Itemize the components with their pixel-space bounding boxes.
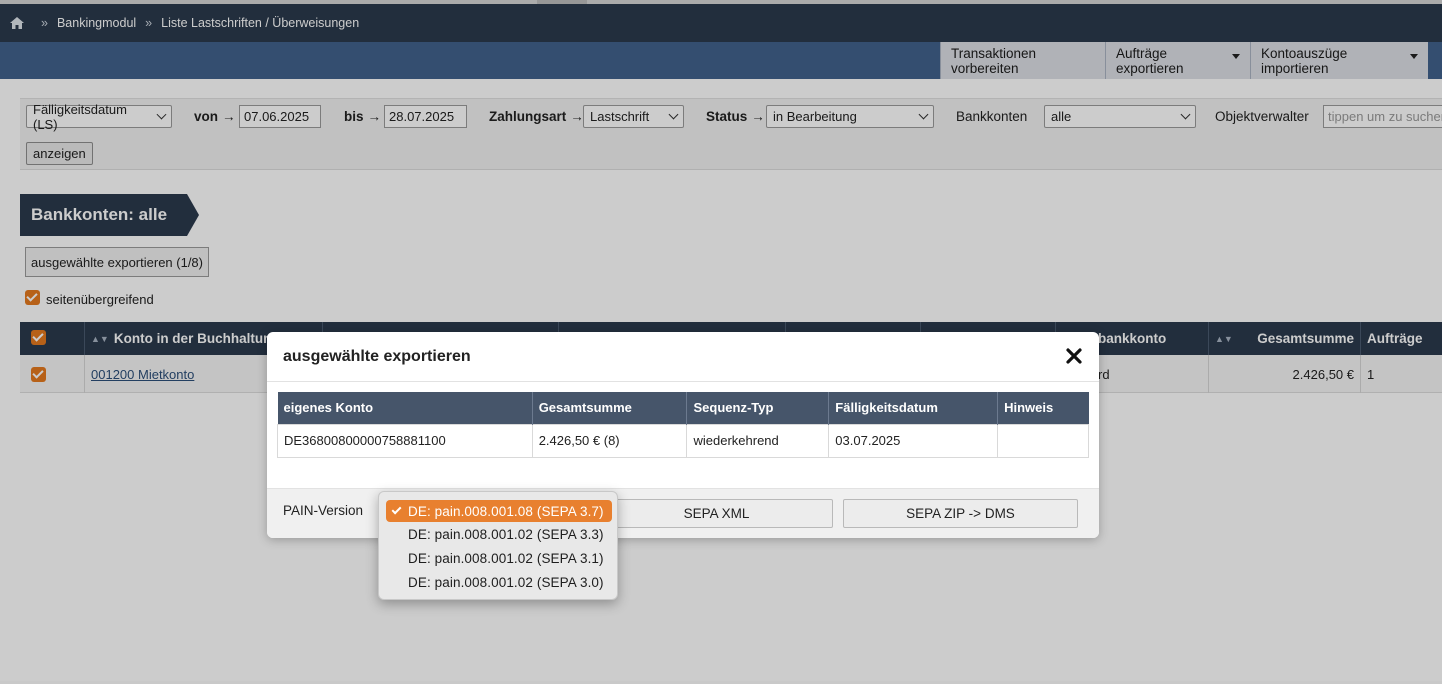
col-own-account: eigenes Konto [277, 392, 533, 424]
pain-option-sepa-3-7[interactable]: DE: pain.008.001.08 (SEPA 3.7) [386, 500, 612, 522]
modal-divider [267, 381, 1099, 382]
cell-sequence-type: wiederkehrend [686, 423, 830, 458]
check-icon [391, 504, 402, 515]
col-note: Hinweis [997, 392, 1089, 424]
table-header-row: eigenes Konto Gesamtsumme Sequenz-Typ Fä… [277, 392, 1089, 424]
sepa-zip-dms-button[interactable]: SEPA ZIP -> DMS [843, 499, 1078, 528]
sepa-xml-button[interactable]: SEPA XML [600, 499, 833, 528]
cell-due-date: 03.07.2025 [828, 423, 999, 458]
pain-version-label: PAIN-Version [283, 503, 364, 518]
pain-version-dropdown[interactable]: DE: pain.008.001.08 (SEPA 3.7) DE: pain.… [378, 491, 618, 600]
cell-note [997, 423, 1089, 458]
table-row: DE36800800000758881100 2.426,50 € (8) wi… [277, 423, 1089, 458]
pain-option-sepa-3-1[interactable]: DE: pain.008.001.02 (SEPA 3.1) [386, 547, 612, 569]
close-icon[interactable] [1064, 346, 1084, 366]
export-summary-table: eigenes Konto Gesamtsumme Sequenz-Typ Fä… [277, 392, 1089, 458]
col-sequence-type: Sequenz-Typ [686, 392, 830, 424]
col-due-date: Fälligkeitsdatum [828, 392, 999, 424]
modal-title: ausgewählte exportieren [283, 348, 471, 365]
pain-option-sepa-3-3[interactable]: DE: pain.008.001.02 (SEPA 3.3) [386, 523, 612, 545]
col-total: Gesamtsumme [532, 392, 688, 424]
pain-option-sepa-3-0[interactable]: DE: pain.008.001.02 (SEPA 3.0) [386, 571, 612, 593]
cell-own-account: DE36800800000758881100 [277, 423, 533, 458]
cell-total: 2.426,50 € (8) [531, 423, 688, 458]
